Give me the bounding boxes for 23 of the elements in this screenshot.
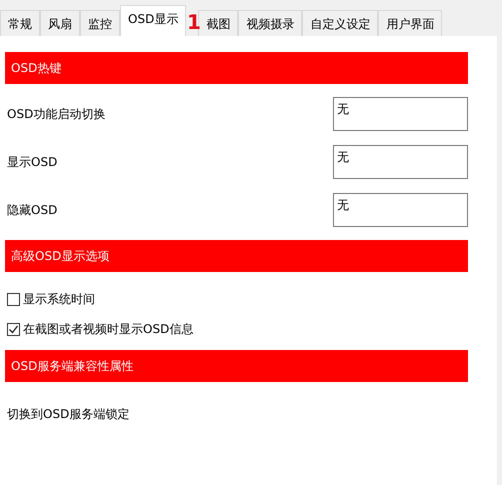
hotkey-field[interactable]: 无 (333, 145, 468, 179)
checkbox-label: 显示系统时间 (23, 291, 95, 308)
hotkey-field[interactable]: 无 (333, 97, 468, 131)
checkbox[interactable] (7, 322, 20, 336)
tab[interactable]: 常规 (0, 10, 40, 36)
tab[interactable]: 用户界面 (378, 10, 442, 36)
checkbox[interactable] (7, 292, 20, 306)
hotkey-field[interactable]: 无 (333, 193, 468, 227)
setting-label: 切换到OSD服务端锁定 (7, 406, 130, 423)
tab[interactable]: OSD显示 (120, 5, 186, 36)
tab[interactable]: 监控 (80, 10, 120, 36)
annotation-number: 1 (187, 12, 201, 32)
field-label: 显示OSD (7, 154, 58, 171)
tab[interactable]: 截图 (198, 10, 238, 36)
field-label: 隐藏OSD (7, 202, 58, 219)
section-header: 高级OSD显示选项 (5, 240, 468, 272)
tab[interactable]: 自定义设定 (302, 10, 378, 36)
field-label: OSD功能启动切换 (7, 106, 106, 123)
section-header: OSD热键 (5, 52, 468, 84)
section-header: OSD服务端兼容性属性 (5, 350, 468, 382)
tab[interactable]: 风扇 (40, 10, 80, 36)
tab[interactable]: 视频摄录 (238, 10, 302, 36)
checkbox-label: 在截图或者视频时显示OSD信息 (23, 321, 194, 338)
